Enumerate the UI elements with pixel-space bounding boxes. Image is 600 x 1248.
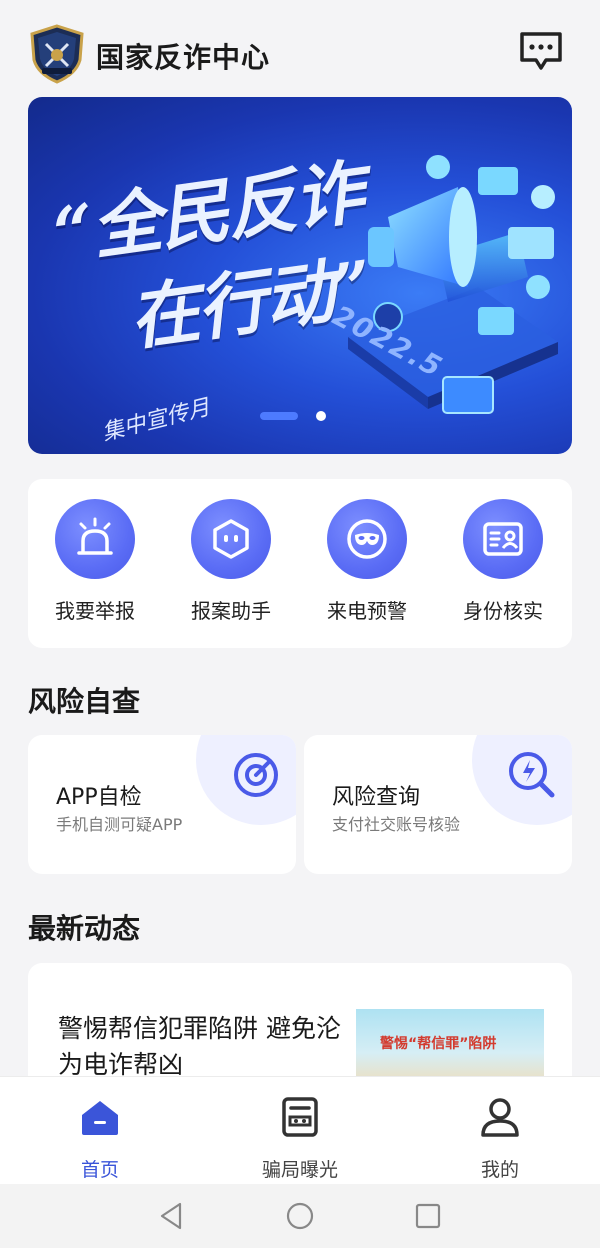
alarm-siren-icon (77, 517, 113, 555)
quick-action-report[interactable]: 我要举报 (40, 499, 150, 624)
message-icon[interactable] (518, 30, 564, 72)
quick-action-call-warning[interactable]: 来电预警 (312, 499, 422, 624)
app-title: 国家反诈中心 (96, 41, 271, 74)
exposure-news-icon (282, 1097, 318, 1137)
assistant-robot-icon (213, 519, 249, 559)
quick-action-case-assistant[interactable]: 报案助手 (176, 499, 286, 624)
promo-banner[interactable]: “全民反诈 在行动” 集中宣传月 2022.5 (28, 97, 572, 454)
app-header: 国家反诈中心 (0, 0, 600, 100)
risk-query-card[interactable]: 风险查询 支付社交账号核验 (304, 735, 572, 874)
tab-label: 首页 (80, 1159, 119, 1181)
quick-action-label: 我要举报 (55, 599, 135, 623)
home-icon (82, 1101, 118, 1135)
news-section-title: 最新动态 (28, 912, 141, 945)
quick-action-label: 报案助手 (191, 599, 271, 623)
carousel-indicator (28, 409, 572, 421)
quick-actions-panel: 我要举报 报案助手 来电预警 身份核实 (28, 479, 572, 648)
police-badge-icon (30, 24, 84, 84)
tab-profile[interactable]: 我的 (440, 1095, 560, 1182)
carousel-dot[interactable] (316, 411, 326, 421)
tab-label: 我的 (480, 1159, 519, 1181)
tab-scam-exposure[interactable]: 骗局曝光 (240, 1095, 360, 1182)
quick-action-id-verify[interactable]: 身份核实 (448, 499, 558, 624)
app-self-check-card[interactable]: APP自检 手机自测可疑APP (28, 735, 296, 874)
back-icon[interactable] (156, 1200, 188, 1232)
card-subtitle: 支付社交账号核验 (332, 815, 461, 834)
card-subtitle: 手机自测可疑APP (56, 815, 183, 834)
bottom-tab-bar: 首页 骗局曝光 我的 (0, 1076, 600, 1184)
tab-home[interactable]: 首页 (40, 1095, 160, 1182)
card-title: 风险查询 (332, 785, 421, 810)
tab-label: 骗局曝光 (261, 1159, 338, 1181)
system-navigation-bar (0, 1184, 600, 1248)
risk-section-title: 风险自查 (28, 685, 141, 718)
id-card-icon (483, 522, 523, 556)
call-warning-mask-icon (347, 519, 387, 559)
card-title: APP自检 (56, 785, 142, 810)
quick-action-label: 来电预警 (327, 599, 407, 623)
news-thumbnail-text: 警惕“帮信罪”陷阱 (380, 1036, 497, 1052)
news-title: 警惕帮信犯罪陷阱 避免沦为电诈帮凶 (58, 1014, 341, 1079)
user-icon (481, 1098, 519, 1137)
target-scan-icon (234, 753, 278, 797)
carousel-dot-active[interactable] (260, 412, 298, 420)
home-circle-icon[interactable] (284, 1200, 316, 1232)
quick-action-label: 身份核实 (463, 599, 543, 623)
search-bolt-icon (509, 752, 555, 798)
megaphone-illustration-icon (348, 155, 558, 414)
recent-apps-icon[interactable] (412, 1200, 444, 1232)
